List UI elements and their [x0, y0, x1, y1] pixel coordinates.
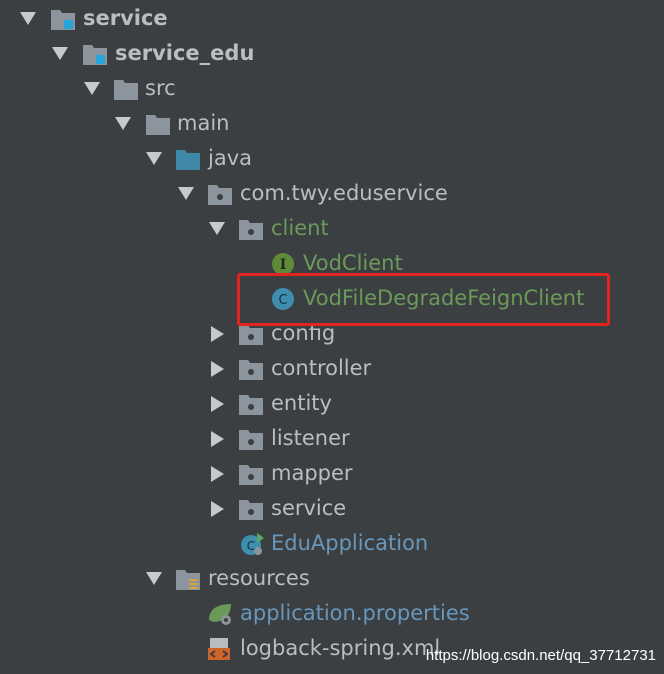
- package-icon: [239, 395, 263, 415]
- module-folder-icon: [51, 10, 75, 30]
- collapse-arrow-icon[interactable]: [17, 1, 39, 36]
- tree-item-label: controller: [271, 356, 372, 380]
- tree-item-java[interactable]: java: [0, 141, 664, 176]
- package-icon: [208, 185, 232, 205]
- tree-item-label: java: [208, 146, 252, 170]
- tree-item-client[interactable]: client: [0, 211, 664, 246]
- tree-item-label: listener: [271, 426, 350, 450]
- collapse-arrow-icon[interactable]: [49, 36, 71, 71]
- collapse-arrow-icon[interactable]: [112, 106, 134, 141]
- tree-item-label: resources: [208, 566, 310, 590]
- source-root-folder-icon: [176, 150, 200, 170]
- resources-folder-icon: [176, 570, 200, 590]
- tree-item-resources[interactable]: resources: [0, 561, 664, 596]
- tree-item-listener[interactable]: listener: [0, 421, 664, 456]
- collapse-arrow-icon[interactable]: [175, 176, 197, 211]
- folder-icon: [146, 115, 170, 135]
- collapse-arrow-icon[interactable]: [81, 71, 103, 106]
- expand-arrow-icon[interactable]: [206, 491, 228, 526]
- tree-item-service[interactable]: service: [0, 1, 664, 36]
- package-icon: [239, 500, 263, 520]
- interface-badge-letter: I: [280, 257, 287, 273]
- tree-item-mapper[interactable]: mapper: [0, 456, 664, 491]
- expand-arrow-icon[interactable]: [206, 316, 228, 351]
- package-icon: [239, 430, 263, 450]
- package-icon: [239, 220, 263, 240]
- expand-arrow-icon[interactable]: [206, 386, 228, 421]
- package-icon: [239, 465, 263, 485]
- tree-item-label: application.properties: [240, 601, 470, 625]
- collapse-arrow-icon[interactable]: [143, 141, 165, 176]
- tree-item-entity[interactable]: entity: [0, 386, 664, 421]
- expand-arrow-icon[interactable]: [206, 456, 228, 491]
- tree-item-label: service: [271, 496, 347, 520]
- tree-item-controller[interactable]: controller: [0, 351, 664, 386]
- folder-icon: [114, 80, 138, 100]
- tree-item-label: mapper: [271, 461, 353, 485]
- tree-item-label: service_edu: [115, 41, 255, 65]
- expand-arrow-icon[interactable]: [206, 351, 228, 386]
- project-tree: service service_edu src main java com.tw…: [0, 0, 664, 674]
- tree-item-src[interactable]: src: [0, 71, 664, 106]
- tree-item-label: src: [145, 76, 176, 100]
- tree-item-label: entity: [271, 391, 332, 415]
- spring-boot-class-icon: C: [241, 533, 264, 555]
- expand-arrow-icon[interactable]: [206, 421, 228, 456]
- tree-item-main[interactable]: main: [0, 106, 664, 141]
- svg-text:C: C: [247, 539, 255, 553]
- tree-item-label: EduApplication: [271, 531, 429, 555]
- collapse-arrow-icon[interactable]: [206, 211, 228, 246]
- xml-file-icon: [208, 638, 230, 660]
- tree-item-edu-application[interactable]: C EduApplication: [0, 526, 664, 561]
- tree-item-service-package[interactable]: service: [0, 491, 664, 526]
- highlight-box: [237, 273, 610, 326]
- tree-item-application-properties[interactable]: application.properties: [0, 596, 664, 631]
- tree-item-label: main: [177, 111, 230, 135]
- module-folder-icon: [83, 45, 107, 65]
- tree-item-label: client: [271, 216, 329, 240]
- watermark: https://blog.csdn.net/qq_37712731: [425, 647, 656, 664]
- tree-item-label: service: [83, 6, 168, 30]
- tree-item-package-root[interactable]: com.twy.eduservice: [0, 176, 664, 211]
- tree-item-label: com.twy.eduservice: [240, 181, 448, 205]
- package-icon: [239, 360, 263, 380]
- spring-properties-icon: [209, 604, 231, 625]
- tree-item-service-edu[interactable]: service_edu: [0, 36, 664, 71]
- tree-item-label: logback-spring.xml: [240, 636, 441, 660]
- collapse-arrow-icon[interactable]: [143, 561, 165, 596]
